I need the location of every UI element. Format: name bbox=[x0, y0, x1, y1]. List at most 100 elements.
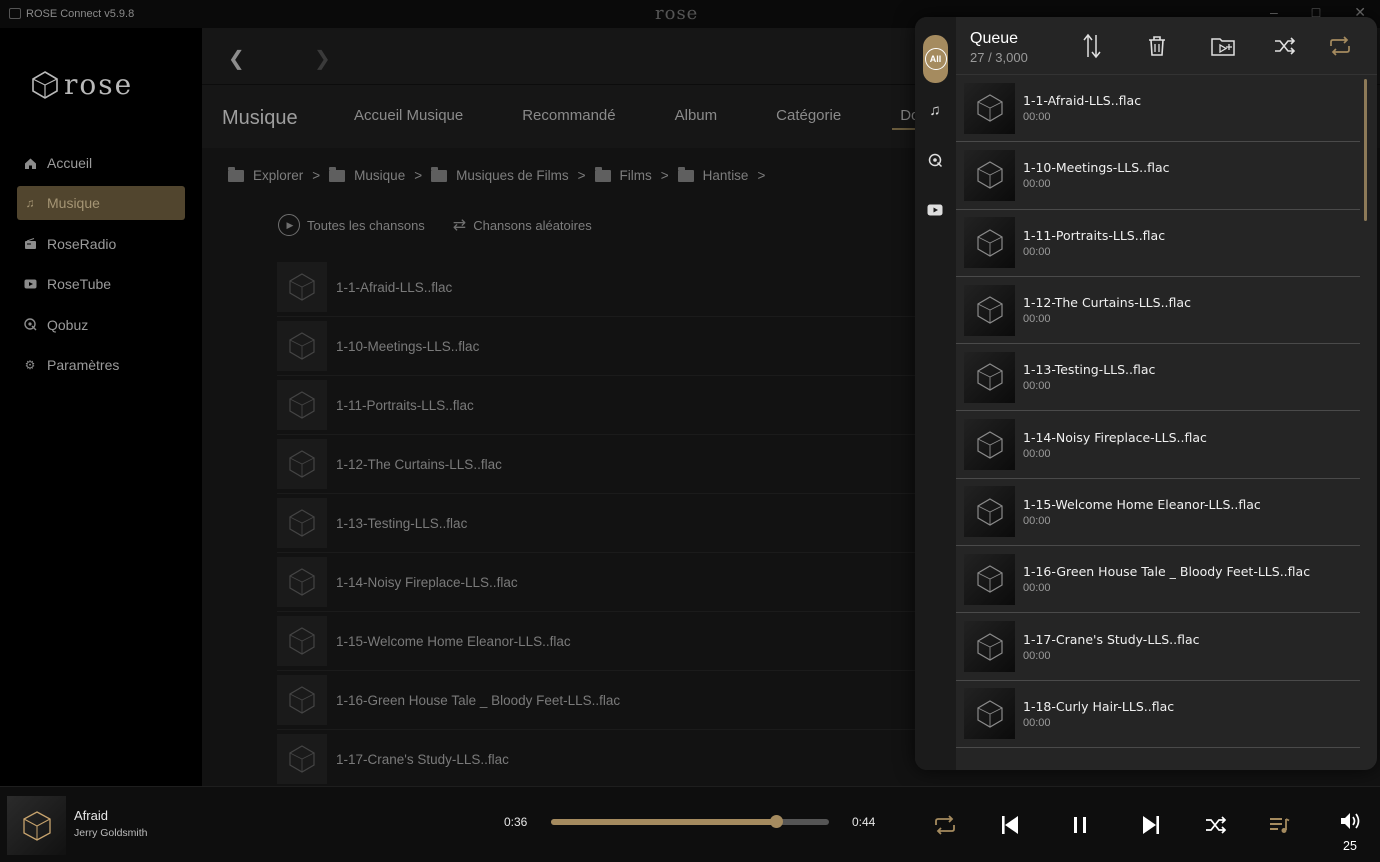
track-title: 1-17-Crane's Study-LLS..flac bbox=[336, 751, 509, 767]
queue-thumbnail bbox=[964, 82, 1015, 134]
forward-arrow-icon[interactable]: ❯ bbox=[314, 46, 331, 71]
play-all-button[interactable]: ▶ Toutes les chansons bbox=[278, 214, 425, 236]
tab-recommande[interactable]: Recommandé bbox=[522, 107, 615, 124]
list-item[interactable]: 1-10-Meetings-LLS..flac 00:00 bbox=[956, 142, 1360, 210]
breadcrumb-separator: > bbox=[660, 168, 669, 183]
page-title: Musique bbox=[222, 107, 298, 129]
sidebar-item-musique[interactable]: ♫ Musique bbox=[17, 186, 185, 221]
back-arrow-icon[interactable]: ❮ bbox=[228, 46, 245, 71]
shuffle-icon[interactable] bbox=[1202, 811, 1230, 839]
list-item[interactable]: 1-14-Noisy Fireplace-LLS..flac 00:00 bbox=[956, 411, 1360, 479]
table-row[interactable]: 1-10-Meetings-LLS..flac bbox=[277, 317, 977, 376]
folder-icon bbox=[431, 166, 448, 182]
queue-scrollbar[interactable] bbox=[1364, 79, 1367, 221]
tab-album[interactable]: Album bbox=[675, 107, 718, 124]
repeat-icon[interactable] bbox=[1327, 33, 1353, 59]
track-thumbnail bbox=[277, 557, 327, 607]
save-playlist-icon[interactable] bbox=[1210, 33, 1236, 59]
sidebar-item-parametres[interactable]: ⚙ Paramètres bbox=[17, 348, 185, 382]
qobuz-icon bbox=[23, 318, 37, 332]
music-note-icon[interactable]: ♫ bbox=[926, 101, 944, 119]
queue-thumbnail bbox=[964, 149, 1015, 201]
table-row[interactable]: 1-1-Afraid-LLS..flac bbox=[277, 258, 977, 317]
table-row[interactable]: 1-11-Portraits-LLS..flac bbox=[277, 376, 977, 435]
table-row[interactable]: 1-13-Testing-LLS..flac bbox=[277, 494, 977, 553]
queue-item-duration: 00:00 bbox=[1023, 245, 1051, 258]
breadcrumb-item[interactable]: Musiques de Films bbox=[431, 166, 569, 183]
shuffle-icon[interactable] bbox=[1272, 33, 1298, 59]
queue-item-title: 1-13-Testing-LLS..flac bbox=[1023, 362, 1156, 378]
youtube-icon[interactable] bbox=[926, 201, 944, 219]
shuffle-all-button[interactable]: ⇄ Chansons aléatoires bbox=[453, 215, 592, 235]
trash-icon[interactable] bbox=[1144, 33, 1170, 59]
progress-bar[interactable] bbox=[551, 815, 829, 828]
tab-categorie[interactable]: Catégorie bbox=[776, 107, 841, 124]
breadcrumb-item[interactable]: Explorer bbox=[228, 166, 303, 183]
sidebar-item-accueil[interactable]: Accueil bbox=[17, 146, 185, 180]
sidebar-item-label: RoseRadio bbox=[47, 235, 117, 252]
list-item[interactable]: 1-18-Curly Hair-LLS..flac 00:00 bbox=[956, 681, 1360, 748]
track-thumbnail bbox=[277, 734, 327, 784]
sidebar-item-rosetube[interactable]: RoseTube bbox=[17, 267, 185, 301]
list-item[interactable]: 1-17-Crane's Study-LLS..flac 00:00 bbox=[956, 613, 1360, 681]
rose-logo-text: rose bbox=[64, 68, 134, 101]
list-item[interactable]: 1-1-Afraid-LLS..flac 00:00 bbox=[956, 75, 1360, 143]
breadcrumb-separator: > bbox=[577, 168, 586, 183]
center-logo: rose bbox=[655, 3, 699, 24]
volume-icon[interactable] bbox=[1337, 807, 1365, 835]
progress-knob[interactable] bbox=[770, 815, 784, 828]
table-row[interactable]: 1-12-The Curtains-LLS..flac bbox=[277, 435, 977, 494]
breadcrumb-item[interactable]: Films bbox=[594, 166, 652, 183]
breadcrumb-separator: > bbox=[312, 168, 321, 183]
queue-item-title: 1-10-Meetings-LLS..flac bbox=[1023, 160, 1170, 176]
now-playing-title: Afraid bbox=[74, 808, 108, 823]
list-item[interactable]: 1-16-Green House Tale _ Bloody Feet-LLS.… bbox=[956, 546, 1360, 614]
repeat-icon[interactable] bbox=[931, 811, 959, 839]
queue-title: Queue bbox=[970, 30, 1019, 47]
tab-accueil-musique[interactable]: Accueil Musique bbox=[354, 107, 463, 124]
track-title: 1-10-Meetings-LLS..flac bbox=[336, 338, 480, 354]
track-title: 1-1-Afraid-LLS..flac bbox=[336, 279, 453, 295]
queue-item-duration: 00:00 bbox=[1023, 111, 1051, 124]
track-title: 1-16-Green House Tale _ Bloody Feet-LLS.… bbox=[336, 692, 621, 708]
sidebar: rose Accueil ♫ Musique RoseRadio RoseTub… bbox=[0, 28, 202, 786]
folder-icon bbox=[329, 166, 346, 182]
queue-item-duration: 00:00 bbox=[1023, 178, 1051, 191]
list-item[interactable]: 1-11-Portraits-LLS..flac 00:00 bbox=[956, 210, 1360, 277]
breadcrumb-item[interactable]: Musique bbox=[329, 166, 406, 183]
album-art[interactable] bbox=[7, 796, 66, 855]
previous-icon[interactable] bbox=[996, 811, 1024, 839]
sidebar-item-roseradio[interactable]: RoseRadio bbox=[17, 227, 185, 261]
sidebar-item-label: Qobuz bbox=[47, 316, 89, 333]
home-icon bbox=[23, 156, 37, 170]
list-item[interactable]: 1-12-The Curtains-LLS..flac 00:00 bbox=[956, 277, 1360, 345]
breadcrumb-label: Films bbox=[619, 168, 652, 183]
list-item[interactable]: 1-13-Testing-LLS..flac 00:00 bbox=[956, 344, 1360, 412]
qobuz-icon[interactable] bbox=[926, 151, 944, 169]
pause-icon[interactable] bbox=[1066, 811, 1094, 839]
table-row[interactable]: 1-17-Crane's Study-LLS..flac bbox=[277, 730, 977, 789]
sidebar-item-label: Accueil bbox=[47, 155, 93, 171]
sidebar-item-qobuz[interactable]: Qobuz bbox=[17, 308, 185, 342]
table-row[interactable]: 1-15-Welcome Home Eleanor-LLS..flac bbox=[277, 612, 977, 671]
track-title: 1-14-Noisy Fireplace-LLS..flac bbox=[336, 574, 518, 590]
list-item[interactable]: 1-15-Welcome Home Eleanor-LLS..flac 00:00 bbox=[956, 479, 1360, 547]
filter-all-button[interactable]: All bbox=[923, 35, 948, 83]
queue-item-title: 1-18-Curly Hair-LLS..flac bbox=[1023, 698, 1175, 714]
shuffle-icon: ⇄ bbox=[452, 217, 467, 234]
queue-item-duration: 00:00 bbox=[1023, 380, 1051, 393]
queue-thumbnail bbox=[964, 217, 1015, 269]
table-row[interactable]: 1-14-Noisy Fireplace-LLS..flac bbox=[277, 553, 977, 612]
breadcrumb-item[interactable]: Hantise bbox=[677, 166, 748, 183]
queue-item-title: 1-16-Green House Tale _ Bloody Feet-LLS.… bbox=[1023, 564, 1311, 580]
rose-logo[interactable]: rose bbox=[32, 68, 133, 101]
reorder-icon[interactable] bbox=[1079, 33, 1105, 59]
track-thumbnail bbox=[277, 380, 327, 430]
queue-list-icon[interactable] bbox=[1266, 811, 1294, 839]
next-icon[interactable] bbox=[1137, 811, 1165, 839]
table-row[interactable]: 1-16-Green House Tale _ Bloody Feet-LLS.… bbox=[277, 671, 977, 730]
queue-item-duration: 00:00 bbox=[1023, 582, 1051, 595]
youtube-icon bbox=[23, 277, 37, 291]
play-circle-icon: ▶ bbox=[278, 214, 300, 236]
breadcrumb-label: Musique bbox=[354, 168, 406, 183]
